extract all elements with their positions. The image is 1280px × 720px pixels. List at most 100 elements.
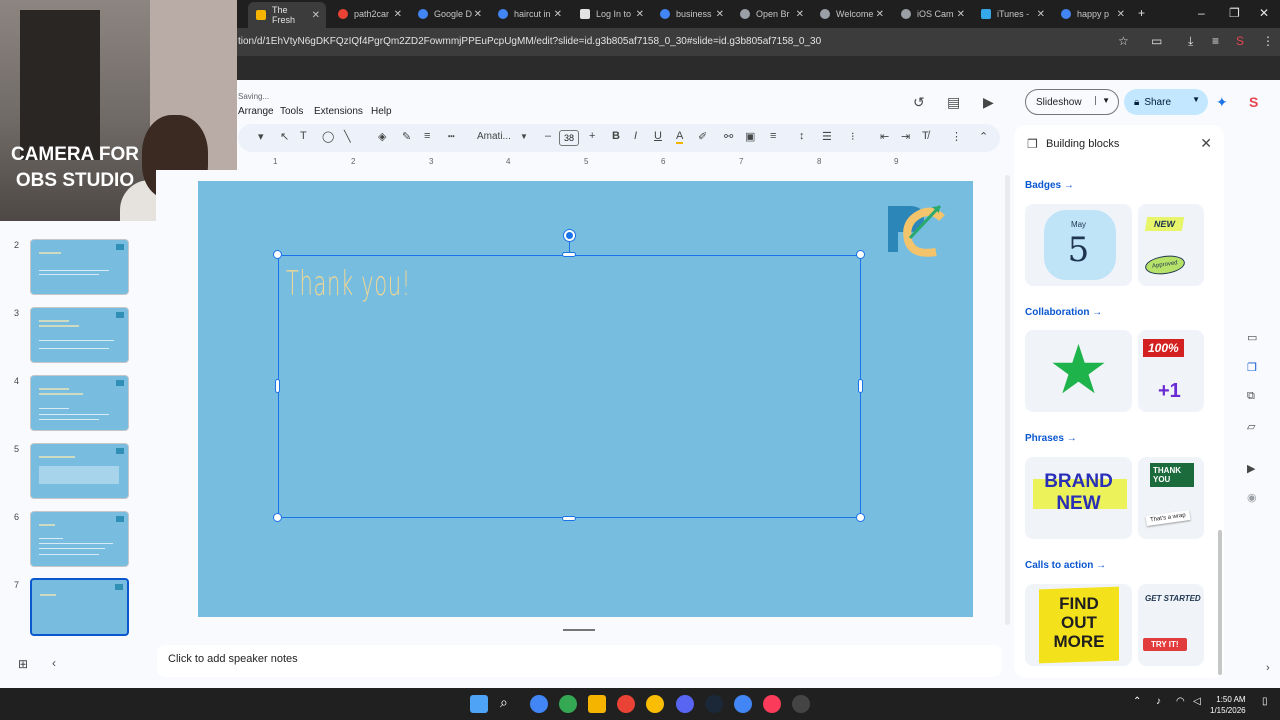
cta-find-out-more[interactable]: FIND OUT MORE <box>1025 584 1132 666</box>
fill-color-icon[interactable]: ◈ <box>378 130 386 143</box>
slide-thumbnail-2[interactable] <box>30 239 129 295</box>
building-blocks-icon[interactable]: ❐ <box>1247 361 1257 374</box>
tab-open-br[interactable]: Open Br ✕ <box>732 4 810 24</box>
chevron-left-icon[interactable]: ‹ <box>52 656 56 670</box>
resize-handle-ne[interactable] <box>856 250 865 259</box>
collab-star[interactable]: ★ <box>1025 330 1132 412</box>
minimize-icon[interactable]: – <box>1198 6 1205 20</box>
more-icon[interactable]: ⋮ <box>951 130 962 143</box>
chevron-down-icon[interactable]: ▼ <box>520 132 528 141</box>
bold-button[interactable]: B <box>612 130 620 142</box>
section-phrases[interactable]: Phrases → <box>1025 433 1077 444</box>
extension-icon[interactable]: S <box>1236 34 1244 48</box>
chevron-up-icon[interactable]: ⌃ <box>1133 696 1141 707</box>
menu-tools[interactable]: Tools <box>280 106 303 117</box>
reading-list-icon[interactable]: ≡ <box>1212 34 1219 48</box>
discord-icon[interactable] <box>676 695 694 713</box>
notification-icon[interactable]: ▯ <box>1262 696 1268 707</box>
tab-welcome[interactable]: Welcome ✕ <box>812 4 890 24</box>
text-color-icon[interactable]: A <box>676 130 684 144</box>
gemini-icon[interactable]: ✦ <box>1216 94 1228 111</box>
close-icon[interactable]: ✕ <box>716 9 724 20</box>
tab-business[interactable]: business ✕ <box>652 4 730 24</box>
slide-thumbnail-6[interactable] <box>30 511 129 567</box>
download-icon[interactable]: ⤓ <box>1188 34 1193 49</box>
chrome-icon[interactable] <box>734 695 752 713</box>
tab-google-docs[interactable]: Google D ✕ <box>410 4 488 24</box>
numbered-list-icon[interactable]: ⁝ <box>851 130 855 143</box>
close-icon[interactable]: ✕ <box>876 9 884 20</box>
steam-icon[interactable] <box>705 695 723 713</box>
slide-thumbnail-5[interactable] <box>30 443 129 499</box>
panel-scrollbar[interactable] <box>1218 530 1222 675</box>
resize-handle-sw[interactable] <box>273 513 282 522</box>
resize-handle-n[interactable] <box>562 252 576 257</box>
tab-log-in[interactable]: Log In to ✕ <box>572 4 650 24</box>
slide-thumbnail-3[interactable] <box>30 307 129 363</box>
resize-handle-e[interactable] <box>858 379 863 393</box>
text-box-icon[interactable]: T <box>300 130 307 142</box>
slide-thumbnail-4[interactable] <box>30 375 129 431</box>
url-field[interactable]: tion/d/1EhVtyN6gDKFQzIQf4PgrQm2ZD2Fowmmj… <box>238 36 821 47</box>
slide-thumbnail-7[interactable] <box>30 578 129 636</box>
chrome-icon[interactable] <box>530 695 548 713</box>
slideshow-button[interactable]: Slideshow ▼ <box>1025 89 1119 115</box>
collab-stickers[interactable]: 100% +1 <box>1138 330 1204 412</box>
system-clock[interactable]: 1:50 AM 1/15/2026 <box>1210 694 1246 716</box>
line-icon[interactable]: ╲ <box>344 130 351 143</box>
close-icon[interactable]: ✕ <box>474 9 482 20</box>
border-color-icon[interactable]: ✎ <box>402 130 411 143</box>
align-icon[interactable]: ≡ <box>770 130 776 142</box>
font-size-input[interactable]: 38 <box>559 130 579 146</box>
link-icon[interactable]: ⚯ <box>724 130 733 143</box>
close-icon[interactable]: ✕ <box>1117 9 1125 20</box>
close-icon[interactable]: ✕ <box>796 9 804 20</box>
border-weight-icon[interactable]: ≡ <box>424 130 430 142</box>
section-collaboration[interactable]: Collaboration → <box>1025 307 1102 318</box>
bulleted-list-icon[interactable]: ☰ <box>822 130 832 143</box>
section-badges[interactable]: Badges → <box>1025 180 1074 191</box>
keep-icon[interactable]: ▭ <box>1247 331 1257 344</box>
italic-button[interactable]: I <box>634 130 637 142</box>
meet-icon[interactable]: ▶ <box>983 94 994 111</box>
extension-s-icon[interactable]: S <box>1249 94 1258 110</box>
play-icon[interactable]: ▶ <box>1247 462 1255 475</box>
badge-date[interactable]: May 5 <box>1025 204 1132 286</box>
tab-itunes[interactable]: iTunes - ✕ <box>973 4 1051 24</box>
resize-handle-s[interactable] <box>562 516 576 521</box>
folder-icon[interactable] <box>588 695 606 713</box>
close-icon[interactable]: ✕ <box>1200 135 1212 152</box>
close-icon[interactable]: ✕ <box>394 9 402 20</box>
highlight-icon[interactable]: ✐ <box>698 130 707 143</box>
shape-icon[interactable]: ◯ <box>322 130 334 143</box>
close-icon[interactable]: ✕ <box>1037 9 1045 20</box>
obs-icon[interactable] <box>792 695 810 713</box>
resize-handle-w[interactable] <box>275 379 280 393</box>
line-spacing-icon[interactable]: ↕ <box>799 130 805 142</box>
close-icon[interactable]: ✕ <box>312 10 320 21</box>
copy-icon[interactable]: ⧉ <box>1247 390 1255 403</box>
star-icon[interactable]: ☆ <box>1118 34 1129 48</box>
menu-arrange[interactable]: Arrange <box>238 106 274 117</box>
share-button[interactable]: 🔒︎ Share ▼ <box>1124 89 1208 115</box>
close-icon[interactable]: ✕ <box>957 9 965 20</box>
resize-handle-se[interactable] <box>856 513 865 522</box>
tab-happy[interactable]: happy p ✕ <box>1053 4 1131 24</box>
comments-icon[interactable]: ▤ <box>947 94 960 111</box>
chevron-down-icon[interactable]: ▼ <box>1192 95 1200 104</box>
decrease-font-icon[interactable]: – <box>545 130 551 142</box>
cast-icon[interactable]: ▭ <box>1151 34 1162 48</box>
chevron-down-icon[interactable]: ▼ <box>1095 96 1110 105</box>
speaker-notes[interactable]: Click to add speaker notes <box>157 645 1002 677</box>
tab-path2car[interactable]: path2car ✕ <box>330 4 408 24</box>
increase-font-icon[interactable]: + <box>589 130 595 142</box>
itunes-icon[interactable] <box>763 695 781 713</box>
start-icon[interactable] <box>470 695 488 713</box>
canvas-scrollbar[interactable] <box>1005 175 1010 625</box>
volume-icon[interactable]: ◁ <box>1193 696 1201 707</box>
border-dash-icon[interactable]: ┅ <box>448 130 455 143</box>
decrease-indent-icon[interactable]: ⇤ <box>880 130 889 143</box>
font-select[interactable]: Amati... <box>477 131 511 142</box>
close-window-icon[interactable]: ✕ <box>1259 6 1269 20</box>
select-icon[interactable]: ↖ <box>280 130 289 143</box>
